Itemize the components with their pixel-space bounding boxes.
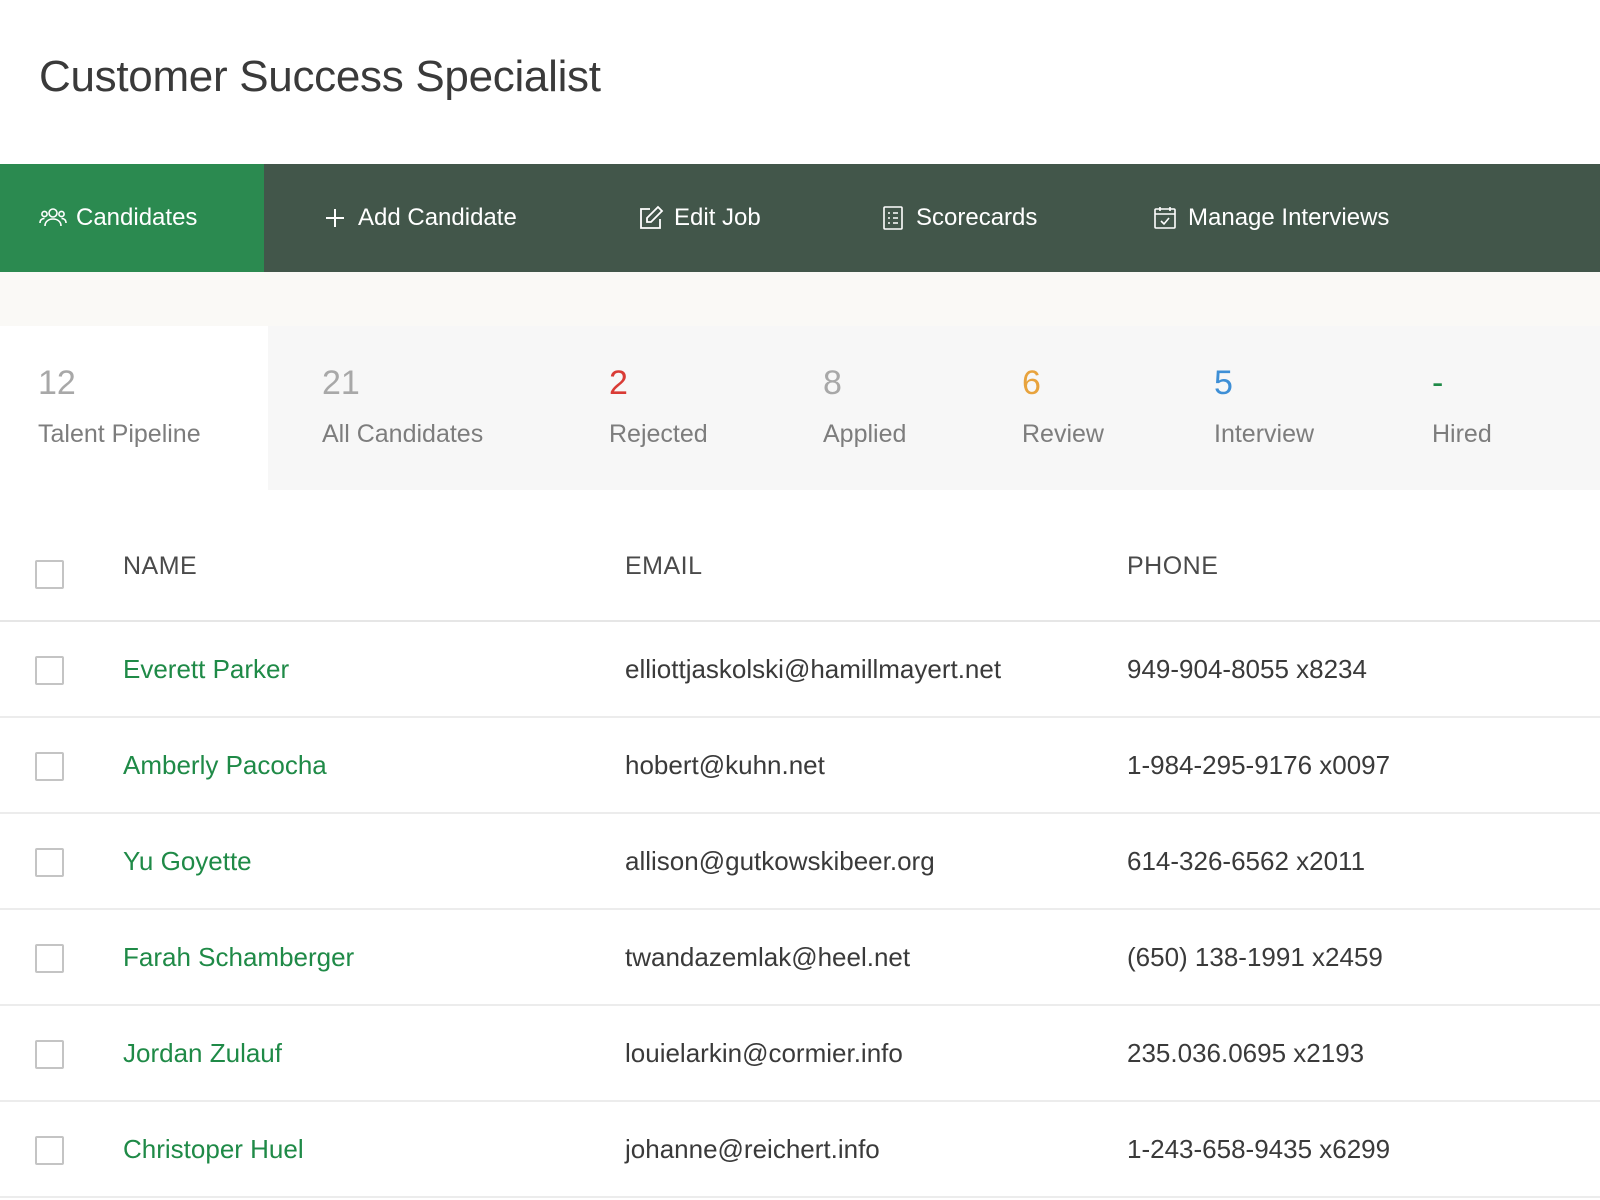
table-row: Farah Schamberger twandazemlak@heel.net …: [0, 910, 1600, 1006]
nav-manage-interviews[interactable]: Manage Interviews: [1150, 164, 1389, 272]
candidates-table: NAME EMAIL PHONE Everett Parker elliottj…: [0, 522, 1600, 1198]
edit-icon: [636, 203, 666, 233]
candidate-email: louielarkin@cormier.info: [625, 1038, 903, 1068]
row-checkbox[interactable]: [35, 944, 64, 973]
stat-label: All Candidates: [322, 420, 484, 448]
candidate-name-link[interactable]: Yu Goyette: [123, 846, 252, 877]
stat-count: 2: [609, 364, 628, 402]
candidate-name-link[interactable]: Everett Parker: [123, 654, 289, 685]
stat-label: Applied: [823, 420, 907, 448]
stat-rejected[interactable]: 2 Rejected: [588, 326, 808, 490]
stat-talent-pipeline[interactable]: 12 Talent Pipeline: [0, 326, 268, 490]
calendar-check-icon: [1150, 203, 1180, 233]
stat-all-candidates[interactable]: 21 All Candidates: [268, 326, 588, 490]
stat-label: Hired: [1432, 420, 1492, 448]
nav-edit-job-label: Edit Job: [674, 204, 761, 231]
users-icon: [38, 203, 68, 233]
candidate-phone: 1-243-658-9435 x6299: [1127, 1134, 1391, 1164]
nav-edit-job[interactable]: Edit Job: [636, 164, 761, 272]
table-row: Jordan Zulauf louielarkin@cormier.info 2…: [0, 1006, 1600, 1102]
stat-label: Interview: [1214, 420, 1315, 448]
stat-count: 5: [1214, 364, 1233, 402]
nav-add-candidate-label: Add Candidate: [358, 204, 517, 231]
plus-icon: [320, 203, 350, 233]
stat-hired[interactable]: - Hired: [1424, 326, 1600, 490]
scorecard-icon: [878, 203, 908, 233]
stat-count: 12: [38, 364, 76, 402]
column-header-phone[interactable]: PHONE: [1127, 552, 1218, 581]
stat-review[interactable]: 6 Review: [1008, 326, 1208, 490]
table-row: Everett Parker elliottjaskolski@hamillma…: [0, 622, 1600, 718]
row-checkbox[interactable]: [35, 1136, 64, 1165]
stat-count: -: [1432, 364, 1444, 402]
stat-count: 21: [322, 364, 360, 402]
nav-scorecards[interactable]: Scorecards: [878, 164, 1037, 272]
candidate-name-link[interactable]: Amberly Pacocha: [123, 750, 327, 781]
table-header: NAME EMAIL PHONE: [0, 522, 1600, 622]
row-checkbox[interactable]: [35, 656, 64, 685]
row-checkbox[interactable]: [35, 752, 64, 781]
stat-count: 6: [1022, 364, 1041, 402]
nav-scorecards-label: Scorecards: [916, 204, 1038, 231]
column-header-name[interactable]: NAME: [123, 552, 197, 581]
candidate-name-link[interactable]: Christoper Huel: [123, 1134, 304, 1165]
candidate-phone: 949-904-8055 x8234: [1127, 654, 1367, 684]
candidate-phone: 1-984-295-9176 x0097: [1127, 750, 1391, 780]
stat-label: Review: [1022, 420, 1104, 448]
stat-interview[interactable]: 5 Interview: [1208, 326, 1424, 490]
candidate-email: johanne@reichert.info: [625, 1134, 880, 1164]
row-checkbox[interactable]: [35, 848, 64, 877]
page: Customer Success Specialist Candidates A…: [0, 0, 1600, 1200]
candidate-name-link[interactable]: Farah Schamberger: [123, 942, 354, 973]
candidate-phone: 235.036.0695 x2193: [1127, 1038, 1365, 1068]
column-header-email[interactable]: EMAIL: [625, 552, 703, 581]
table-row: Amberly Pacocha hobert@kuhn.net 1-984-29…: [0, 718, 1600, 814]
table-row: Yu Goyette allison@gutkowskibeer.org 614…: [0, 814, 1600, 910]
stat-applied[interactable]: 8 Applied: [808, 326, 1008, 490]
nav-candidates[interactable]: Candidates: [0, 164, 264, 272]
nav-manage-interviews-label: Manage Interviews: [1188, 204, 1390, 231]
job-navbar: Candidates Add Candidate Edit Job Scorec…: [0, 164, 1600, 272]
candidate-phone: 614-326-6562 x2011: [1127, 846, 1366, 876]
nav-add-candidate[interactable]: Add Candidate: [320, 164, 517, 272]
toolbar-strip: [0, 272, 1600, 326]
candidate-name-link[interactable]: Jordan Zulauf: [123, 1038, 282, 1069]
pipeline-stats: 12 Talent Pipeline 21 All Candidates 2 R…: [0, 326, 1600, 490]
candidate-email: elliottjaskolski@hamillmayert.net: [625, 654, 1002, 684]
candidate-phone: (650) 138-1991 x2459: [1127, 942, 1383, 972]
candidate-email: allison@gutkowskibeer.org: [625, 846, 935, 876]
stat-label: Rejected: [609, 420, 708, 448]
stat-count: 8: [823, 364, 842, 402]
stat-label: Talent Pipeline: [38, 420, 201, 448]
row-checkbox[interactable]: [35, 1040, 64, 1069]
nav-candidates-label: Candidates: [76, 204, 198, 231]
select-all-checkbox[interactable]: [35, 560, 64, 589]
page-title: Customer Success Specialist: [39, 52, 601, 101]
candidate-email: twandazemlak@heel.net: [625, 942, 911, 972]
table-row: Christoper Huel johanne@reichert.info 1-…: [0, 1102, 1600, 1198]
candidate-email: hobert@kuhn.net: [625, 750, 825, 780]
